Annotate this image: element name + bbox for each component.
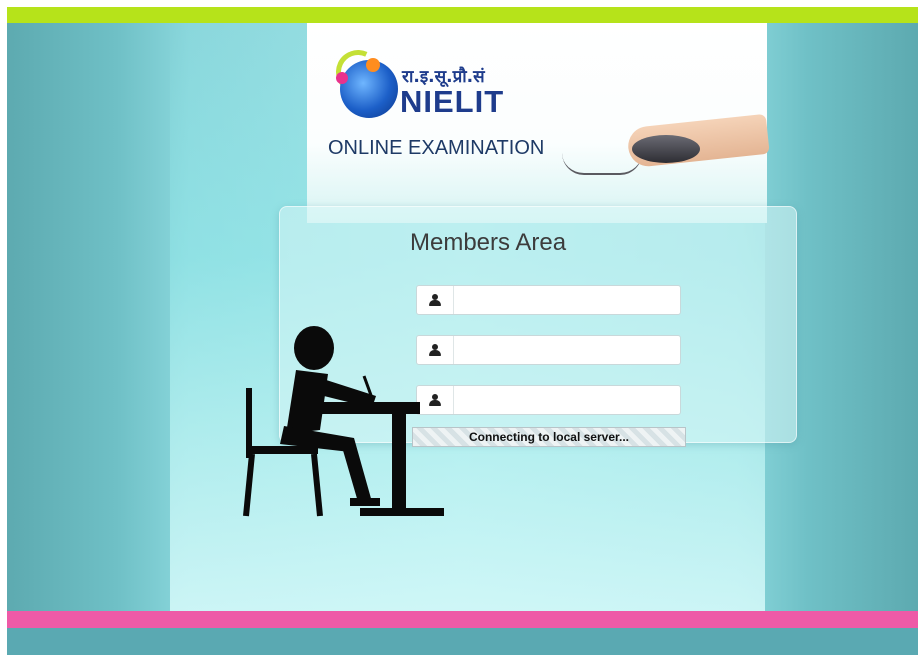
bottom-accent-bar (7, 611, 918, 628)
user-input-3[interactable] (457, 388, 679, 414)
logo-person-icon (336, 72, 348, 84)
connection-status: Connecting to local server... (412, 427, 686, 447)
footer-bar (7, 628, 918, 655)
user-icon (417, 286, 454, 314)
logo-name: NIELIT (400, 84, 505, 119)
student-at-desk-icon (243, 326, 444, 517)
username-input[interactable] (457, 288, 679, 314)
username-field[interactable] (416, 285, 681, 315)
user-field-3[interactable] (416, 385, 681, 415)
logo-person-icon (366, 58, 380, 72)
login-title: Members Area (410, 229, 567, 256)
computer-mouse-icon (632, 135, 700, 163)
user-field-2[interactable] (416, 335, 681, 365)
page-subtitle: ONLINE EXAMINATION (328, 137, 545, 159)
top-accent-bar (7, 7, 918, 23)
user-input-2[interactable] (457, 338, 679, 364)
